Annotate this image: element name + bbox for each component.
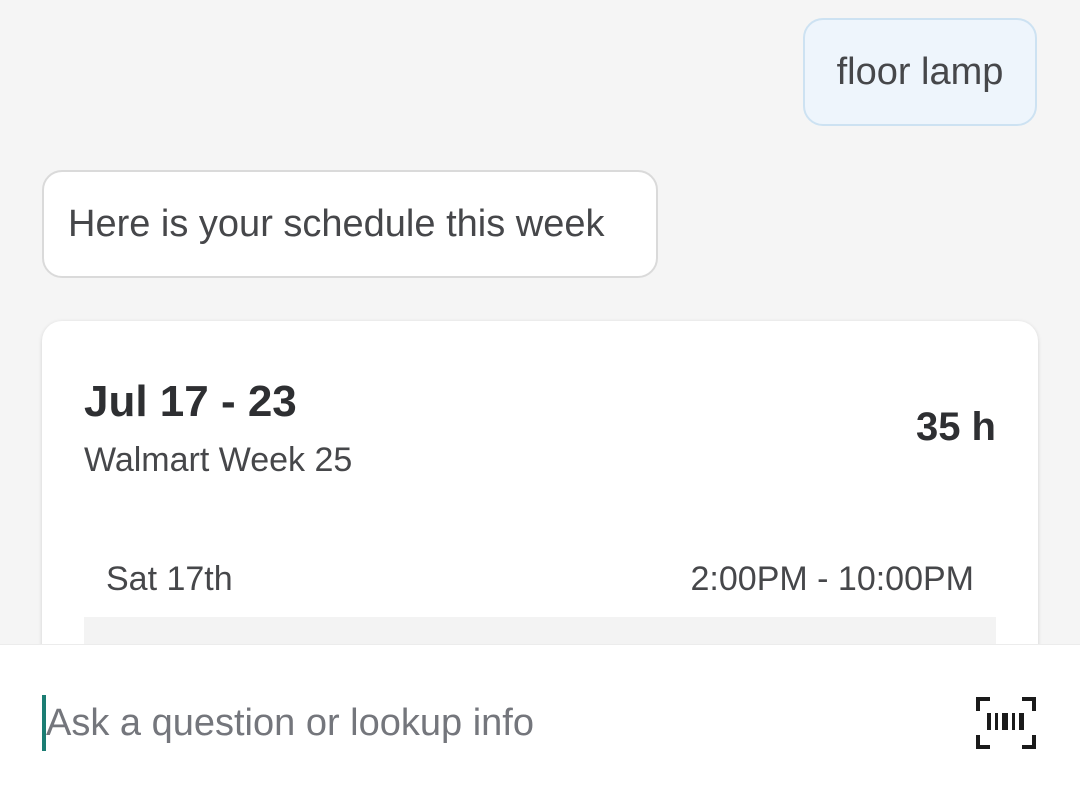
shift-row[interactable]: [84, 617, 996, 644]
schedule-total-hours: 35 h: [915, 405, 996, 449]
message-input-bar: [0, 644, 1080, 796]
schedule-week-label: Walmart Week 25: [84, 441, 353, 479]
shift-time: 2:00PM - 10:00PM: [690, 559, 974, 598]
assistant-message-text: Here is your schedule this week: [68, 202, 605, 245]
barcode-scan-icon: [976, 697, 1036, 749]
schedule-date-range: Jul 17 - 23: [84, 377, 297, 426]
user-message-bubble: floor lamp: [803, 18, 1037, 126]
user-message-text: floor lamp: [836, 50, 1004, 93]
assistant-message-bubble: Here is your schedule this week: [42, 170, 658, 278]
shift-day: Sat 17th: [106, 559, 233, 598]
schedule-card[interactable]: Jul 17 - 23 Walmart Week 25 35 h Sat 17t…: [42, 321, 1038, 644]
barcode-scan-button[interactable]: [976, 697, 1036, 749]
shift-row[interactable]: Sat 17th 2:00PM - 10:00PM: [84, 543, 996, 615]
chat-thread: floor lamp Here is your schedule this we…: [0, 0, 1080, 644]
message-input[interactable]: [46, 689, 926, 757]
